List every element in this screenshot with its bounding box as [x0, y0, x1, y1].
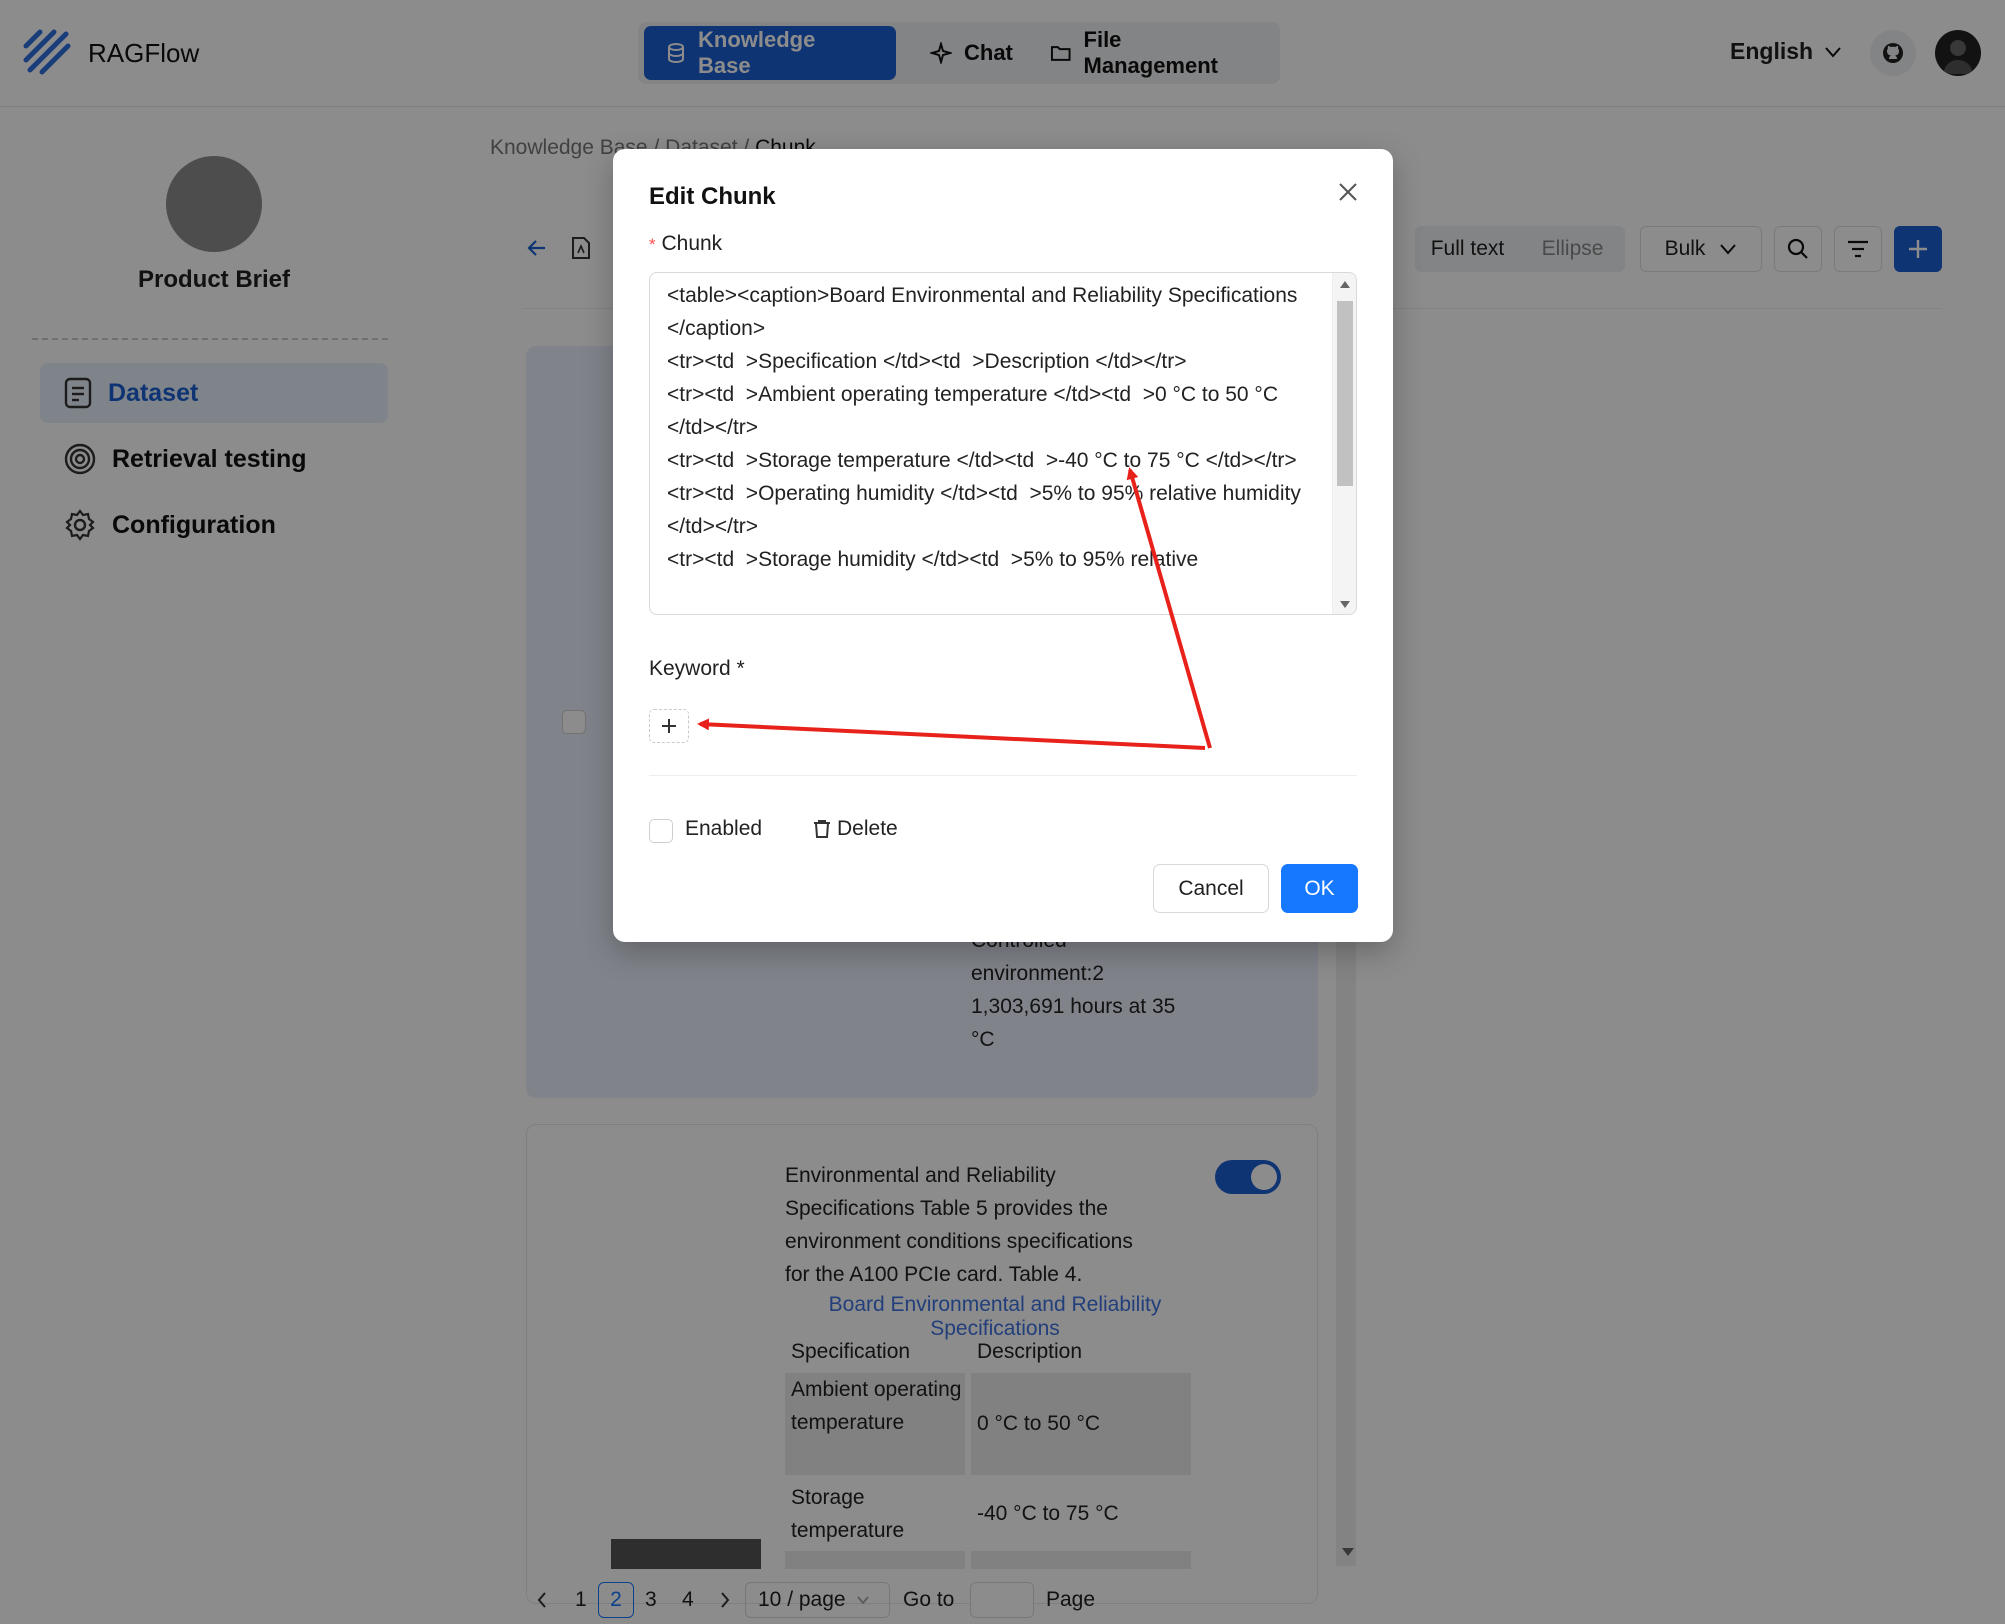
- annotation-arrows: [697, 467, 1212, 750]
- annotation-arrow: [697, 718, 1206, 750]
- annotation-arrow: [1126, 467, 1212, 749]
